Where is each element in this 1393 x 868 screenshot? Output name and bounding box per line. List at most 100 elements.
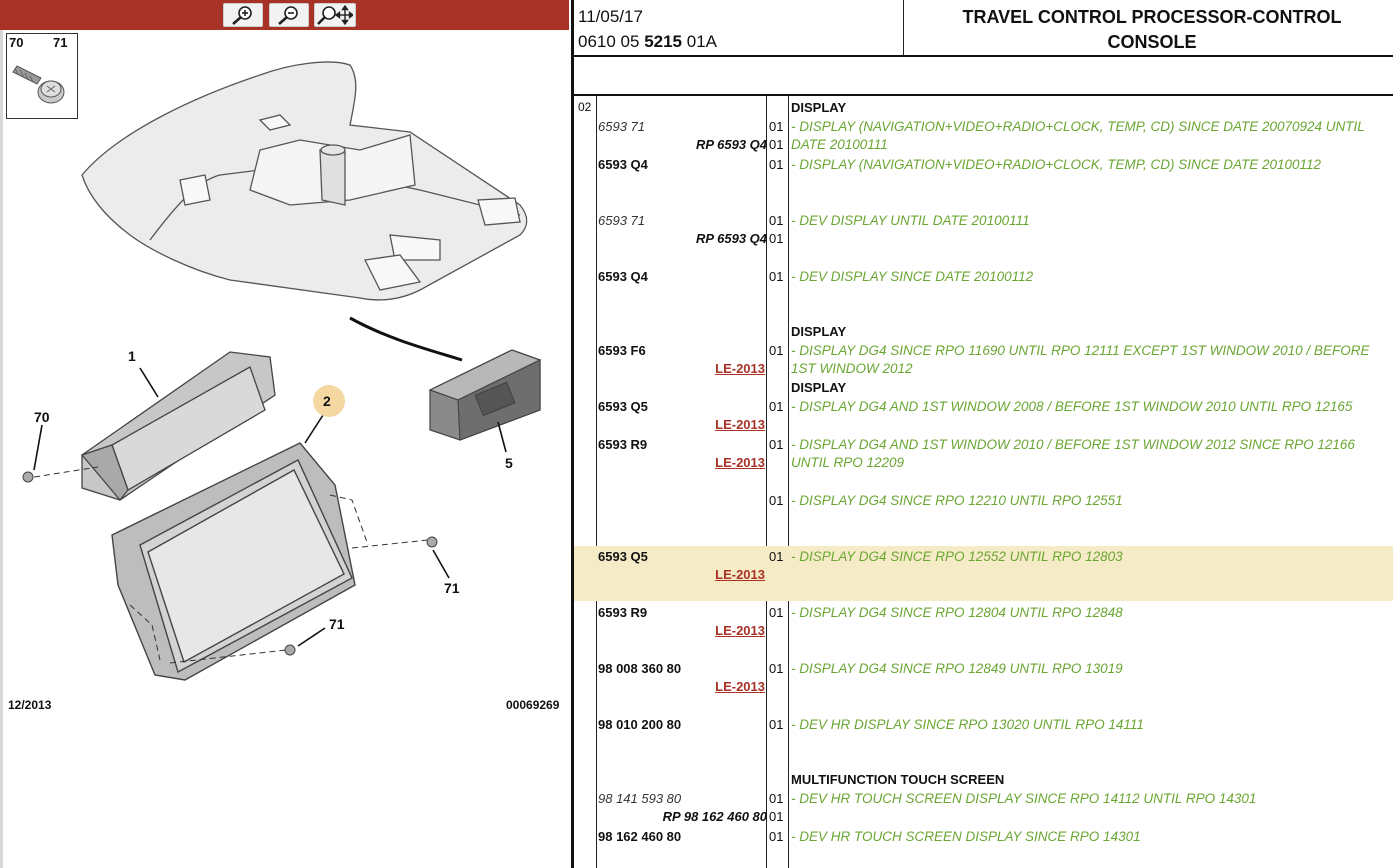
heading-text: DISPLAY: [791, 100, 847, 115]
heading-text: DISPLAY: [791, 324, 847, 339]
description: - DEV HR DISPLAY SINCE RPO 13020 UNTIL R…: [791, 717, 1144, 732]
callout-1: 1: [128, 348, 136, 364]
quantity: 01: [769, 213, 784, 228]
description: - DISPLAY (NAVIGATION+VIDEO+RADIO+CLOCK,…: [791, 119, 1365, 152]
code-prefix: 0610 05: [578, 32, 645, 51]
table-row[interactable]: 6593 71 RP 6593 Q4 01 01 - DEV DISPLAY U…: [574, 211, 1393, 267]
part-number[interactable]: 6593 R9: [598, 605, 647, 620]
callout-71-b: 71: [329, 616, 345, 632]
table-row[interactable]: 6593 R9 LE-2013 01 - DISPLAY DG4 SINCE R…: [574, 603, 1393, 659]
le-2013-link[interactable]: LE-2013: [715, 455, 765, 470]
part-number[interactable]: 98 010 200 80: [598, 717, 681, 732]
quantity: 01: [769, 231, 784, 246]
description: - DEV HR TOUCH SCREEN DISPLAY SINCE RPO …: [791, 829, 1141, 844]
table-row[interactable]: 98 008 360 80 LE-2013 01 - DISPLAY DG4 S…: [574, 659, 1393, 715]
title-line-1: TRAVEL CONTROL PROCESSOR-CONTROL: [962, 7, 1342, 27]
quantity: 01: [769, 717, 784, 732]
part-number[interactable]: 98 008 360 80: [598, 661, 681, 676]
quantity: 01: [769, 157, 784, 172]
table-row[interactable]: 01 - DISPLAY DG4 SINCE RPO 12210 UNTIL R…: [574, 491, 1393, 547]
section-heading: MULTIFUNCTION TOUCH SCREEN: [574, 771, 1393, 789]
quantity: 01: [769, 269, 784, 284]
replaced-by[interactable]: RP 6593 Q4: [696, 231, 767, 246]
section-heading: DISPLAY: [574, 99, 1393, 117]
part-number[interactable]: 6593 Q4: [598, 269, 648, 284]
part-number[interactable]: 6593 Q5: [598, 549, 648, 564]
le-2013-link[interactable]: LE-2013: [715, 623, 765, 638]
quantity: 01: [769, 437, 784, 452]
header-date: 11/05/17: [578, 7, 643, 26]
part-number[interactable]: 6593 F6: [598, 343, 646, 358]
header-separator: [903, 0, 904, 56]
quantity: 01: [769, 493, 784, 508]
callout-5: 5: [505, 455, 513, 471]
quantity: 01: [769, 791, 784, 806]
callout-2[interactable]: 2: [323, 393, 331, 409]
part-number[interactable]: 6593 R9: [598, 437, 647, 452]
table-row[interactable]: 6593 Q5 LE-2013 01 - DISPLAY DG4 AND 1ST…: [574, 397, 1393, 435]
quantity: 01: [769, 137, 784, 152]
header-rule: [574, 55, 1393, 57]
callout-71-a: 71: [444, 580, 460, 596]
description: - DEV DISPLAY SINCE DATE 20100112: [791, 269, 1034, 284]
table-row[interactable]: 6593 Q4 01 - DEV DISPLAY SINCE DATE 2010…: [574, 267, 1393, 323]
table-row[interactable]: 6593 R9 LE-2013 01 - DISPLAY DG4 AND 1ST…: [574, 435, 1393, 491]
le-2013-link[interactable]: LE-2013: [715, 567, 765, 582]
part-number[interactable]: 98 141 593 80: [598, 791, 681, 806]
quantity: 01: [769, 661, 784, 676]
part-number[interactable]: 6593 Q5: [598, 399, 648, 414]
zoom-pan-button[interactable]: [314, 3, 356, 27]
diagram-ref: 00069269: [506, 698, 560, 712]
part-number[interactable]: 6593 71: [598, 119, 645, 134]
table-row[interactable]: 6593 71 RP 6593 Q4 01 01 - DISPLAY (NAVI…: [574, 117, 1393, 155]
diagram-pane: 70 71 1 2 70 5 71 71 12/2013 00069269: [0, 0, 571, 868]
description: - DISPLAY DG4 SINCE RPO 12552 UNTIL RPO …: [791, 549, 1123, 564]
description: - DISPLAY DG4 SINCE RPO 12804 UNTIL RPO …: [791, 605, 1123, 620]
parts-pane: 11/05/17 0610 05 5215 01A TRAVEL CONTROL…: [574, 0, 1393, 868]
zoom-pan-icon: [317, 5, 353, 25]
part-number[interactable]: 6593 71: [598, 213, 645, 228]
description: - DISPLAY (NAVIGATION+VIDEO+RADIO+CLOCK,…: [791, 157, 1322, 172]
page-title: TRAVEL CONTROL PROCESSOR-CONTROL CONSOLE: [914, 5, 1390, 55]
callout-70: 70: [34, 409, 50, 425]
table-row[interactable]: 98 141 593 80 RP 98 162 460 80 01 01 - D…: [574, 789, 1393, 827]
section-heading: DISPLAY: [574, 379, 1393, 397]
zoom-out-button[interactable]: [269, 3, 309, 27]
description: - DISPLAY DG4 AND 1ST WINDOW 2008 / BEFO…: [791, 399, 1353, 414]
zoom-in-icon: [230, 5, 256, 25]
description: - DISPLAY DG4 SINCE RPO 12210 UNTIL RPO …: [791, 493, 1123, 508]
title-line-2: CONSOLE: [1107, 32, 1197, 52]
heading-text: DISPLAY: [791, 380, 847, 395]
table-row[interactable]: 6593 Q4 01 - DISPLAY (NAVIGATION+VIDEO+R…: [574, 155, 1393, 211]
le-2013-link[interactable]: LE-2013: [715, 361, 765, 376]
replaced-by[interactable]: RP 98 162 460 80: [663, 809, 767, 824]
replaced-by[interactable]: RP 6593 Q4: [696, 137, 767, 152]
heading-text: MULTIFUNCTION TOUCH SCREEN: [791, 772, 1005, 787]
section-heading: DISPLAY: [574, 323, 1393, 341]
part-number[interactable]: 6593 Q4: [598, 157, 648, 172]
le-2013-link[interactable]: LE-2013: [715, 679, 765, 694]
diagram-date: 12/2013: [8, 698, 52, 712]
diagram-toolbar: [0, 0, 569, 30]
zoom-out-icon: [276, 5, 302, 25]
header-code: 0610 05 5215 01A: [578, 32, 717, 52]
description: - DEV DISPLAY UNTIL DATE 20100111: [791, 213, 1030, 228]
table-row[interactable]: 98 162 460 80 01 - DEV HR TOUCH SCREEN D…: [574, 827, 1393, 865]
quantity: 01: [769, 119, 784, 134]
quantity: 01: [769, 829, 784, 844]
code-bold: 5215: [644, 32, 683, 51]
part-number[interactable]: 98 162 460 80: [598, 829, 681, 844]
zoom-in-button[interactable]: [223, 3, 263, 27]
quantity: 01: [769, 809, 784, 824]
quantity: 01: [769, 605, 784, 620]
table-row-selected[interactable]: 6593 Q5 LE-2013 01 - DISPLAY DG4 SINCE R…: [574, 546, 1393, 601]
description: - DEV HR TOUCH SCREEN DISPLAY SINCE RPO …: [791, 791, 1257, 806]
table-row[interactable]: 98 010 200 80 01 - DEV HR DISPLAY SINCE …: [574, 715, 1393, 771]
parts-table: 02 DISPLAY 6593 71 RP 6593 Q4 01 01 - DI…: [574, 96, 1393, 868]
quantity: 01: [769, 549, 784, 564]
le-2013-link[interactable]: LE-2013: [715, 417, 765, 432]
exploded-view-diagram: [22, 61, 542, 681]
quantity: 01: [769, 399, 784, 414]
table-row[interactable]: 6593 F6 LE-2013 01 - DISPLAY DG4 SINCE R…: [574, 341, 1393, 379]
code-suffix: 01A: [682, 32, 717, 51]
